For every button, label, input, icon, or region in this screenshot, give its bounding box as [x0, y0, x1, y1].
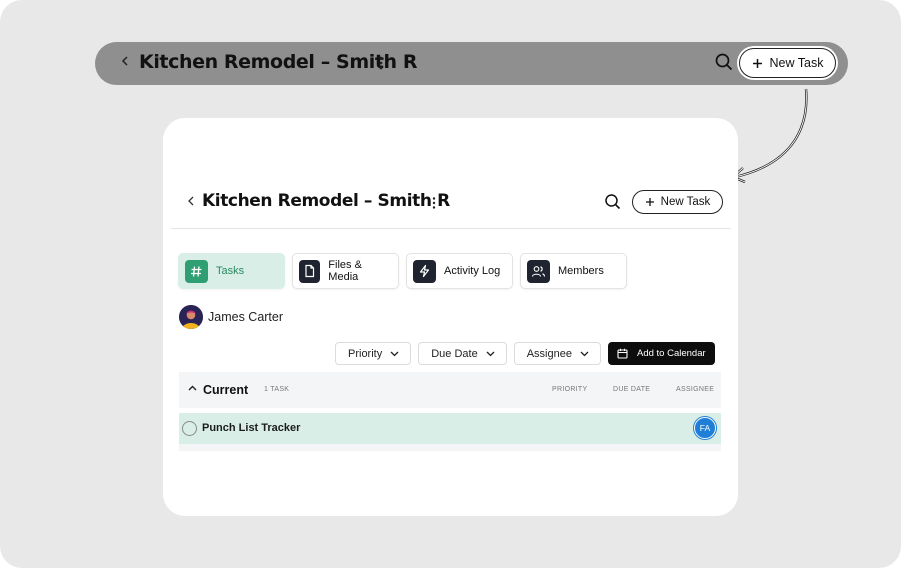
task-complete-checkbox[interactable]: [182, 421, 197, 436]
more-options-icon[interactable]: [431, 196, 437, 215]
back-chevron-icon[interactable]: [186, 194, 196, 211]
file-icon: [299, 259, 321, 283]
filter-label: Due Date: [431, 347, 478, 360]
page-title: Kitchen Remodel – Smith R: [139, 51, 418, 73]
chevron-up-icon[interactable]: [188, 385, 197, 391]
due-date-filter-dropdown[interactable]: Due Date: [418, 342, 507, 365]
new-task-label: New Task: [769, 56, 824, 70]
task-count: 1 TASK: [264, 386, 290, 393]
tab-label: Activity Log: [444, 265, 501, 277]
header-divider: [171, 228, 731, 229]
new-task-button[interactable]: New Task: [632, 190, 723, 214]
new-task-label: New Task: [660, 196, 711, 208]
assignee-avatar[interactable]: FA: [694, 417, 716, 439]
priority-filter-dropdown[interactable]: Priority: [335, 342, 412, 365]
tab-activity-log[interactable]: Activity Log: [406, 253, 513, 289]
task-group-header[interactable]: Current 1 TASK PRIORITY DUE DATE ASSIGNE…: [179, 372, 721, 408]
filter-label: Priority: [348, 347, 383, 360]
user-name: James Carter: [208, 310, 284, 324]
user-chip[interactable]: James Carter: [179, 305, 283, 329]
more-options-icon[interactable]: [378, 55, 384, 76]
page-title: Kitchen Remodel – Smith R: [202, 191, 450, 211]
highlighted-header-bar: Kitchen Remodel – Smith R New Task: [95, 42, 848, 85]
callout-arrow-icon: [730, 88, 808, 184]
column-header-due-date[interactable]: DUE DATE: [613, 386, 650, 393]
table-row[interactable]: Punch List Tracker FA: [179, 413, 721, 444]
search-icon[interactable]: [604, 193, 622, 216]
lightning-icon: [413, 259, 436, 283]
tab-label: Members: [558, 265, 604, 277]
tab-bar: Tasks Files & Media Activity Log Members: [178, 253, 627, 289]
column-header-assignee[interactable]: ASSIGNEE: [676, 386, 714, 393]
chevron-down-icon: [580, 351, 589, 356]
tab-label: Files & Media: [328, 259, 362, 283]
tab-tasks[interactable]: Tasks: [178, 253, 285, 289]
chevron-down-icon: [390, 351, 399, 356]
chevron-down-icon: [486, 351, 495, 356]
back-chevron-icon[interactable]: [120, 54, 132, 72]
calendar-icon: [617, 348, 628, 359]
tab-label: Tasks: [216, 265, 245, 277]
tab-files-media[interactable]: Files & Media: [292, 253, 399, 289]
assignee-filter-dropdown[interactable]: Assignee: [513, 342, 601, 365]
plus-icon: [645, 198, 654, 206]
add-to-calendar-button[interactable]: Add to Calendar: [607, 342, 715, 365]
column-header-priority[interactable]: PRIORITY: [552, 386, 587, 393]
add-to-calendar-label: Add to Calendar: [636, 348, 706, 359]
plus-icon: [752, 58, 762, 68]
filter-bar: Priority Due Date Assignee Add to Calend…: [335, 342, 715, 365]
avatar: [179, 305, 203, 329]
group-footer: [179, 444, 721, 451]
hash-icon: [185, 259, 208, 283]
users-icon: [527, 259, 550, 283]
tab-members[interactable]: Members: [520, 253, 627, 289]
app-panel: Kitchen Remodel – Smith R New Task Tasks…: [163, 118, 738, 516]
search-icon[interactable]: [714, 52, 734, 77]
task-name[interactable]: Punch List Tracker: [202, 422, 300, 434]
group-title: Current: [203, 383, 249, 397]
filter-label: Assignee: [526, 347, 572, 360]
new-task-button[interactable]: New Task: [739, 48, 836, 78]
